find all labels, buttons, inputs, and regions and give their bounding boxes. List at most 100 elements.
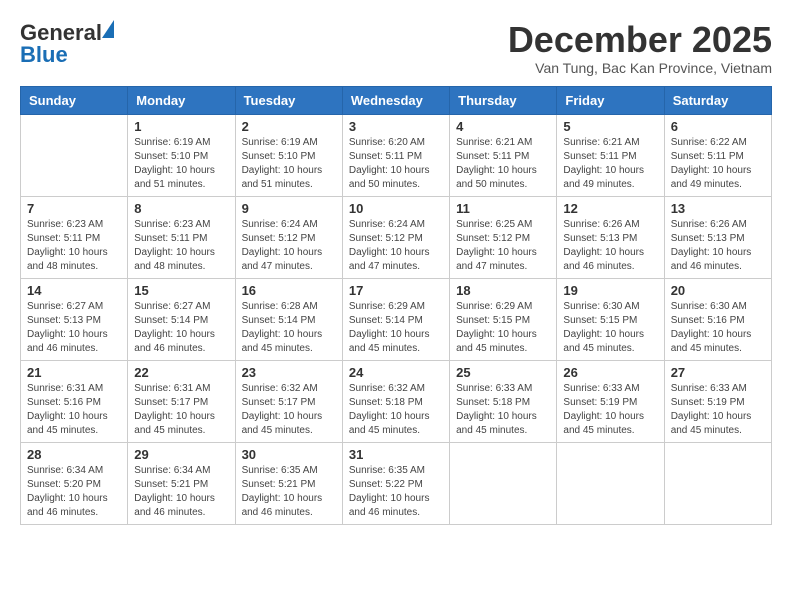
calendar-week-row: 7 Sunrise: 6:23 AMSunset: 5:11 PMDaylight… [21, 196, 772, 278]
day-info: Sunrise: 6:34 AMSunset: 5:20 PMDaylight:… [27, 464, 121, 520]
day-info: Sunrise: 6:23 AMSunset: 5:11 PMDaylight:… [134, 218, 228, 274]
day-number: 14 [27, 283, 121, 298]
calendar-cell: 13Sunrise: 6:26 AMSunset: 5:13 PMDayligh… [664, 196, 771, 278]
calendar-cell: 15 Sunrise: 6:27 AMSunset: 5:14 PMDayligh… [128, 278, 235, 360]
calendar-cell: 16Sunrise: 6:28 AMSunset: 5:14 PMDayligh… [235, 278, 342, 360]
day-info: Sunrise: 6:27 AMSunset: 5:13 PMDaylight:… [27, 300, 121, 356]
calendar-cell: 23 Sunrise: 6:32 AMSunset: 5:17 PMDayligh… [235, 360, 342, 442]
day-number: 26 [563, 365, 657, 380]
day-info: Sunrise: 6:29 AMSunset: 5:14 PMDaylight:… [349, 300, 443, 356]
calendar-cell: 31Sunrise: 6:35 AMSunset: 5:22 PMDayligh… [342, 442, 449, 524]
day-number: 3 [349, 119, 443, 134]
day-number: 10 [349, 201, 443, 216]
calendar-week-row: 28 Sunrise: 6:34 AMSunset: 5:20 PMDayligh… [21, 442, 772, 524]
location: Van Tung, Bac Kan Province, Vietnam [508, 60, 772, 76]
calendar-cell: 30Sunrise: 6:35 AMSunset: 5:21 PMDayligh… [235, 442, 342, 524]
day-info: Sunrise: 6:23 AMSunset: 5:11 PMDaylight:… [27, 218, 121, 274]
day-number: 4 [456, 119, 550, 134]
day-number: 19 [563, 283, 657, 298]
logo: General Blue [20, 20, 102, 68]
month-title: December 2025 [508, 20, 772, 60]
day-info: Sunrise: 6:24 AMSunset: 5:12 PMDaylight:… [242, 218, 336, 274]
day-number: 24 [349, 365, 443, 380]
day-info: Sunrise: 6:31 AMSunset: 5:16 PMDaylight:… [27, 382, 121, 438]
calendar-table: SundayMondayTuesdayWednesdayThursdayFrid… [20, 86, 772, 525]
day-number: 8 [134, 201, 228, 216]
day-number: 25 [456, 365, 550, 380]
day-number: 21 [27, 365, 121, 380]
day-info: Sunrise: 6:33 AMSunset: 5:19 PMDaylight:… [563, 382, 657, 438]
day-info: Sunrise: 6:32 AMSunset: 5:17 PMDaylight:… [242, 382, 336, 438]
calendar-cell: 18 Sunrise: 6:29 AMSunset: 5:15 PMDayligh… [450, 278, 557, 360]
day-info: Sunrise: 6:35 AMSunset: 5:22 PMDaylight:… [349, 464, 443, 520]
day-info: Sunrise: 6:25 AMSunset: 5:12 PMDaylight:… [456, 218, 550, 274]
day-info: Sunrise: 6:30 AMSunset: 5:15 PMDaylight:… [563, 300, 657, 356]
day-number: 15 [134, 283, 228, 298]
logo-general: General [20, 20, 102, 45]
day-info: Sunrise: 6:33 AMSunset: 5:18 PMDaylight:… [456, 382, 550, 438]
calendar-cell: 24Sunrise: 6:32 AMSunset: 5:18 PMDayligh… [342, 360, 449, 442]
day-info: Sunrise: 6:24 AMSunset: 5:12 PMDaylight:… [349, 218, 443, 274]
day-number: 13 [671, 201, 765, 216]
day-number: 17 [349, 283, 443, 298]
day-number: 18 [456, 283, 550, 298]
day-info: Sunrise: 6:30 AMSunset: 5:16 PMDaylight:… [671, 300, 765, 356]
day-number: 11 [456, 201, 550, 216]
calendar-cell: 14 Sunrise: 6:27 AMSunset: 5:13 PMDayligh… [21, 278, 128, 360]
logo-arrow-icon [100, 16, 116, 38]
calendar-cell: 22Sunrise: 6:31 AMSunset: 5:17 PMDayligh… [128, 360, 235, 442]
day-info: Sunrise: 6:20 AMSunset: 5:11 PMDaylight:… [349, 136, 443, 192]
day-info: Sunrise: 6:26 AMSunset: 5:13 PMDaylight:… [563, 218, 657, 274]
day-info: Sunrise: 6:28 AMSunset: 5:14 PMDaylight:… [242, 300, 336, 356]
calendar-cell: 2Sunrise: 6:19 AMSunset: 5:10 PMDaylight… [235, 114, 342, 196]
calendar-cell: 5 Sunrise: 6:21 AMSunset: 5:11 PMDaylight… [557, 114, 664, 196]
calendar-cell: 9Sunrise: 6:24 AMSunset: 5:12 PMDaylight… [235, 196, 342, 278]
day-info: Sunrise: 6:21 AMSunset: 5:11 PMDaylight:… [563, 136, 657, 192]
day-number: 5 [563, 119, 657, 134]
calendar-cell: 28 Sunrise: 6:34 AMSunset: 5:20 PMDayligh… [21, 442, 128, 524]
day-number: 20 [671, 283, 765, 298]
calendar-cell: 4Sunrise: 6:21 AMSunset: 5:11 PMDaylight… [450, 114, 557, 196]
calendar-cell: 11 Sunrise: 6:25 AMSunset: 5:12 PMDayligh… [450, 196, 557, 278]
day-info: Sunrise: 6:19 AMSunset: 5:10 PMDaylight:… [134, 136, 228, 192]
calendar-cell: 27 Sunrise: 6:33 AMSunset: 5:19 PMDayligh… [664, 360, 771, 442]
title-section: December 2025 Van Tung, Bac Kan Province… [508, 20, 772, 76]
calendar-header-row: SundayMondayTuesdayWednesdayThursdayFrid… [21, 86, 772, 114]
weekday-header: Sunday [21, 86, 128, 114]
calendar-cell [21, 114, 128, 196]
calendar-cell: 10 Sunrise: 6:24 AMSunset: 5:12 PMDayligh… [342, 196, 449, 278]
calendar-cell [557, 442, 664, 524]
day-number: 6 [671, 119, 765, 134]
calendar-week-row: 21 Sunrise: 6:31 AMSunset: 5:16 PMDayligh… [21, 360, 772, 442]
calendar-cell: 3 Sunrise: 6:20 AMSunset: 5:11 PMDaylight… [342, 114, 449, 196]
calendar-cell: 8 Sunrise: 6:23 AMSunset: 5:11 PMDaylight… [128, 196, 235, 278]
day-number: 12 [563, 201, 657, 216]
calendar-cell: 17 Sunrise: 6:29 AMSunset: 5:14 PMDayligh… [342, 278, 449, 360]
page-header: General Blue December 2025 Van Tung, Bac… [20, 20, 772, 76]
calendar-cell: 1Sunrise: 6:19 AMSunset: 5:10 PMDaylight… [128, 114, 235, 196]
calendar-cell [664, 442, 771, 524]
weekday-header: Thursday [450, 86, 557, 114]
calendar-cell: 6Sunrise: 6:22 AMSunset: 5:11 PMDaylight… [664, 114, 771, 196]
weekday-header: Monday [128, 86, 235, 114]
weekday-header: Wednesday [342, 86, 449, 114]
calendar-cell: 26 Sunrise: 6:33 AMSunset: 5:19 PMDayligh… [557, 360, 664, 442]
day-info: Sunrise: 6:34 AMSunset: 5:21 PMDaylight:… [134, 464, 228, 520]
day-info: Sunrise: 6:29 AMSunset: 5:15 PMDaylight:… [456, 300, 550, 356]
day-number: 28 [27, 447, 121, 462]
day-number: 27 [671, 365, 765, 380]
calendar-cell: 20 Sunrise: 6:30 AMSunset: 5:16 PMDayligh… [664, 278, 771, 360]
day-info: Sunrise: 6:27 AMSunset: 5:14 PMDaylight:… [134, 300, 228, 356]
day-number: 22 [134, 365, 228, 380]
day-number: 23 [242, 365, 336, 380]
day-number: 30 [242, 447, 336, 462]
calendar-cell: 7 Sunrise: 6:23 AMSunset: 5:11 PMDaylight… [21, 196, 128, 278]
calendar-week-row: 1Sunrise: 6:19 AMSunset: 5:10 PMDaylight… [21, 114, 772, 196]
weekday-header: Saturday [664, 86, 771, 114]
calendar-cell: 12 Sunrise: 6:26 AMSunset: 5:13 PMDayligh… [557, 196, 664, 278]
day-number: 7 [27, 201, 121, 216]
day-number: 2 [242, 119, 336, 134]
calendar-cell: 29Sunrise: 6:34 AMSunset: 5:21 PMDayligh… [128, 442, 235, 524]
calendar-week-row: 14 Sunrise: 6:27 AMSunset: 5:13 PMDayligh… [21, 278, 772, 360]
day-info: Sunrise: 6:33 AMSunset: 5:19 PMDaylight:… [671, 382, 765, 438]
